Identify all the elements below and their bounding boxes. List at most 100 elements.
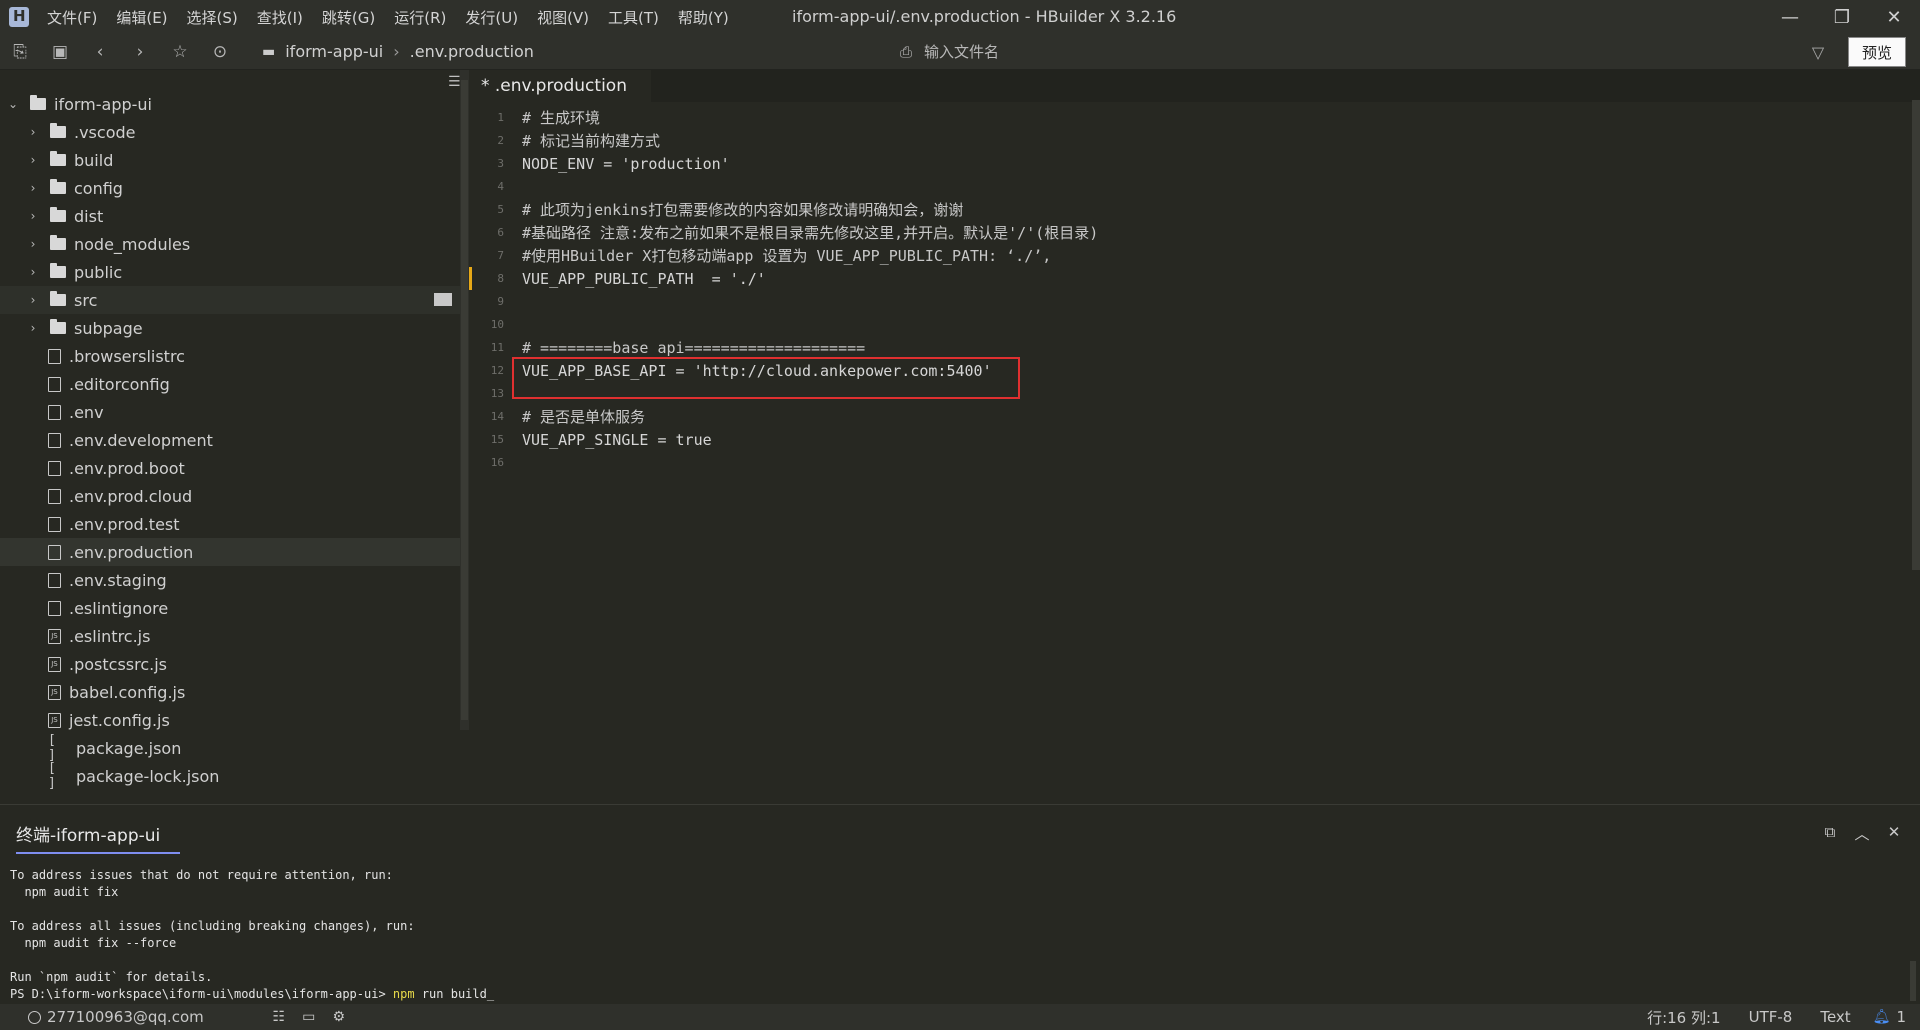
sidebar-scrollbar-thumb[interactable] — [461, 80, 468, 720]
plugin-icon[interactable]: ⚙ — [324, 1009, 354, 1025]
editor-tabbar: * .env.production — [469, 70, 1920, 102]
code-line[interactable]: 7 #使用HBuilder X打包移动端app 设置为 VUE_APP_PUBLI… — [469, 244, 1920, 267]
open-folder-icon[interactable] — [434, 293, 452, 306]
code-line[interactable]: 6 #基础路径 注意:发布之前如果不是根目录需先修改这里,并开启。默认是'/'(根… — [469, 221, 1920, 244]
menu-item[interactable]: 编辑(E) — [116, 7, 167, 28]
toolbar: ⎘ ▣ ‹ › ☆ ⊙ ▬ iform-app-ui › .env.produc… — [0, 34, 1920, 70]
code-line[interactable]: 11 # ========base api==================== — [469, 336, 1920, 359]
code-line[interactable]: 9 — [469, 290, 1920, 313]
run-icon[interactable]: ⊙ — [200, 34, 240, 70]
tab-env-production[interactable]: * .env.production — [469, 70, 651, 102]
tree-item[interactable]: › src — [0, 286, 460, 314]
minimize-button[interactable]: — — [1764, 0, 1816, 34]
maximize-button[interactable]: ❐ — [1816, 0, 1868, 34]
notification-count[interactable]: 1 — [1896, 1008, 1906, 1026]
tree-item[interactable]: › build — [0, 146, 460, 174]
code-line[interactable]: 3 NODE_ENV = 'production' — [469, 152, 1920, 175]
menu-item[interactable]: 工具(T) — [608, 7, 659, 28]
line-number: 16 — [490, 456, 504, 469]
menu-item[interactable]: 跳转(G) — [322, 7, 375, 28]
chevron-right-icon[interactable]: › — [26, 265, 40, 279]
editor-scrollbar[interactable] — [1912, 100, 1920, 570]
tree-item[interactable]: .browserslistrc — [0, 342, 460, 370]
tree-item[interactable]: [ ] package.json — [0, 733, 460, 763]
menu-item[interactable]: 视图(V) — [537, 7, 589, 28]
terminal-output[interactable]: To address issues that do not require at… — [10, 867, 494, 1003]
tree-item[interactable]: .env.prod.boot — [0, 454, 460, 482]
close-button[interactable]: ✕ — [1868, 0, 1920, 34]
chevron-right-icon[interactable]: › — [26, 237, 40, 251]
code-line[interactable]: 14 # 是否是单体服务 — [469, 405, 1920, 428]
terminal-icon[interactable]: ▭ — [294, 1009, 324, 1025]
breadcrumb-file[interactable]: .env.production — [410, 42, 534, 61]
preview-button[interactable]: 预览 — [1848, 37, 1906, 67]
back-icon[interactable]: ‹ — [80, 34, 120, 70]
tree-item[interactable]: .env.development — [0, 426, 460, 454]
filter-icon[interactable]: ▽ — [1806, 34, 1830, 70]
terminal-scrollbar[interactable] — [1910, 961, 1916, 1001]
sidebar-scrollbar[interactable] — [460, 70, 469, 730]
chevron-right-icon[interactable]: › — [26, 153, 40, 167]
file-search-input[interactable] — [924, 43, 1425, 61]
tree-item-label: .browserslistrc — [69, 346, 185, 366]
tree-item[interactable]: JS jest.config.js — [0, 706, 460, 734]
code-line[interactable]: 1 # 生成环境 — [469, 106, 1920, 129]
cursor-position[interactable]: 行:16 列:1 — [1647, 1007, 1721, 1028]
tree-item[interactable]: .env.staging — [0, 566, 460, 594]
tree-item[interactable]: › .vscode — [0, 118, 460, 146]
menu-item[interactable]: 选择(S) — [187, 7, 238, 28]
code-line[interactable]: 16 — [469, 451, 1920, 474]
code-line[interactable]: 5 # 此项为jenkins打包需要修改的内容如果修改请明确知会，谢谢 — [469, 198, 1920, 221]
tree-root[interactable]: ⌄ iform-app-ui — [0, 90, 460, 118]
tree-item[interactable]: .eslintignore — [0, 594, 460, 622]
code-line[interactable]: 15 VUE_APP_SINGLE = true — [469, 428, 1920, 451]
tree-item[interactable]: › public — [0, 258, 460, 286]
code-text: # ========base api==================== — [522, 338, 866, 357]
menu-item[interactable]: 查找(I) — [257, 7, 303, 28]
chevron-up-icon[interactable]: ︿ — [1846, 823, 1878, 844]
tree-item[interactable]: [ ] package-lock.json — [0, 761, 460, 791]
menu-item[interactable]: 帮助(Y) — [678, 7, 729, 28]
tree-item[interactable]: JS .postcssrc.js — [0, 650, 460, 678]
forward-icon[interactable]: › — [120, 34, 160, 70]
chevron-right-icon[interactable]: › — [26, 293, 40, 307]
list-icon[interactable]: ☷ — [264, 1009, 294, 1025]
tree-item[interactable]: › config — [0, 174, 460, 202]
breadcrumb-project[interactable]: iform-app-ui — [285, 42, 383, 61]
chevron-right-icon[interactable]: › — [26, 181, 40, 195]
bell-icon[interactable]: 🔔︎ — [1873, 1009, 1891, 1025]
new-file-icon[interactable]: ⎘ — [0, 34, 40, 70]
tree-item[interactable]: JS .eslintrc.js — [0, 622, 460, 650]
tree-item[interactable]: .env.prod.test — [0, 510, 460, 538]
menu-item[interactable]: 运行(R) — [394, 7, 446, 28]
chevron-right-icon[interactable]: › — [26, 125, 40, 139]
code-editor[interactable]: 1 # 生成环境 2 # 标记当前构建方式 3 NODE_ENV = 'productio… — [469, 106, 1920, 474]
tree-item[interactable]: JS babel.config.js — [0, 678, 460, 706]
tab-terminal[interactable]: 终端-iform-app-ui — [16, 821, 181, 854]
chevron-right-icon[interactable]: › — [26, 209, 40, 223]
tree-item[interactable]: › subpage — [0, 314, 460, 342]
code-line[interactable]: 2 # 标记当前构建方式 — [469, 129, 1920, 152]
tree-item[interactable]: › dist — [0, 202, 460, 230]
code-line[interactable]: 8 VUE_APP_PUBLIC_PATH = './' — [469, 267, 1920, 290]
tree-item[interactable]: .env.prod.cloud — [0, 482, 460, 510]
tree-item[interactable]: .env — [0, 398, 460, 426]
code-line[interactable]: 4 — [469, 175, 1920, 198]
encoding[interactable]: UTF-8 — [1749, 1008, 1793, 1026]
language-mode[interactable]: Text — [1820, 1008, 1850, 1026]
folder-icon — [50, 123, 66, 138]
code-line[interactable]: 10 — [469, 313, 1920, 336]
hamburger-menu-icon[interactable]: ☰ — [448, 74, 460, 90]
tree-item[interactable]: .env.production — [0, 538, 460, 566]
tree-item[interactable]: .editorconfig — [0, 370, 460, 398]
star-icon[interactable]: ☆ — [160, 34, 200, 70]
chevron-right-icon[interactable]: › — [26, 321, 40, 335]
menu-item[interactable]: 文件(F) — [47, 7, 97, 28]
account[interactable]: 277100963@qq.com — [28, 1008, 204, 1026]
menu-item[interactable]: 发行(U) — [465, 7, 518, 28]
close-terminal-icon[interactable]: ✕ — [1878, 823, 1910, 844]
open-external-icon[interactable]: ⧉ — [1814, 823, 1846, 844]
save-icon[interactable]: ▣ — [40, 34, 80, 70]
code-text: # 生成环境 — [522, 109, 601, 127]
tree-item[interactable]: › node_modules — [0, 230, 460, 258]
